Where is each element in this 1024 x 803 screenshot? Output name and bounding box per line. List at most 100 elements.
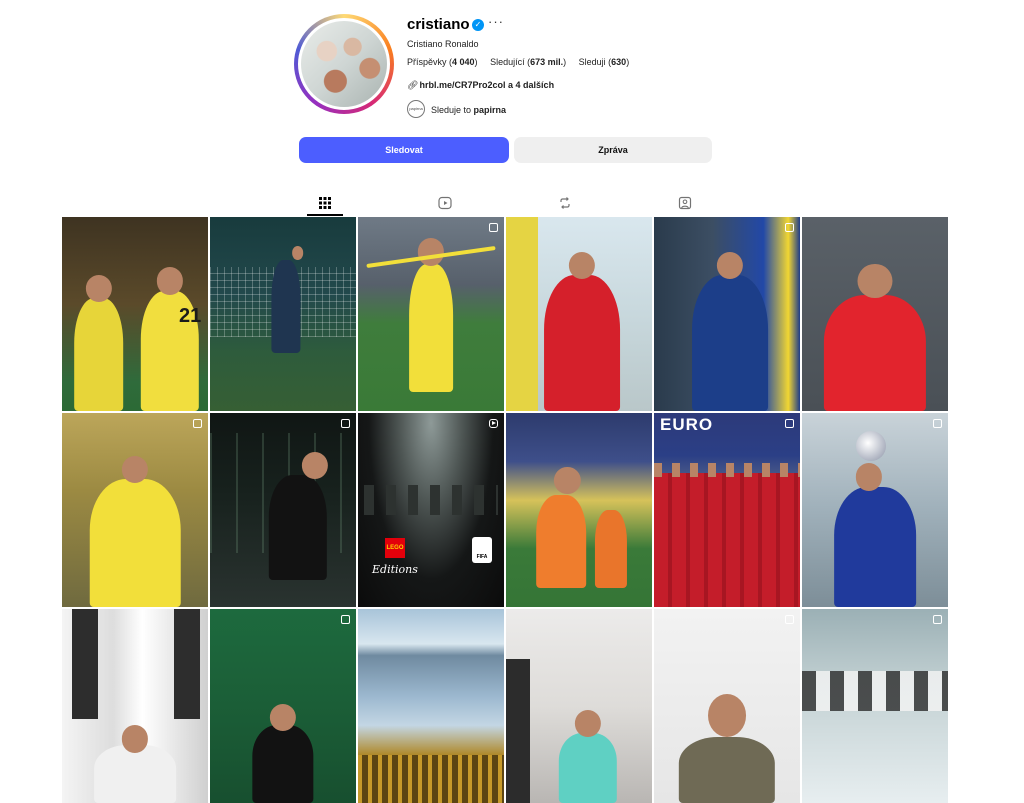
post-2-player bbox=[271, 259, 301, 353]
profile-tabs bbox=[0, 190, 1024, 216]
post-tile-1[interactable]: 21 bbox=[62, 217, 208, 411]
link-icon: 🔗︎ bbox=[407, 80, 419, 90]
followed-by-prefix: Sleduje to bbox=[431, 105, 472, 115]
post-tile-10[interactable] bbox=[506, 413, 652, 607]
carousel-icon bbox=[341, 615, 350, 624]
carousel-icon bbox=[785, 419, 794, 428]
followed-by-text: Sleduje to papirna bbox=[431, 105, 506, 115]
post-4-yellow-wall bbox=[506, 217, 538, 411]
post-12-ball bbox=[856, 431, 886, 461]
followers-label: Sledující bbox=[490, 57, 525, 67]
post-tile-12[interactable] bbox=[802, 413, 948, 607]
post-10-player-right bbox=[595, 510, 628, 588]
euro-banner: EURO bbox=[660, 415, 714, 434]
profile-link[interactable]: 🔗︎ hrbl.me/CR7Pro2col a 4 dalších bbox=[407, 80, 554, 91]
tab-tagged[interactable] bbox=[667, 190, 703, 216]
post-14-player bbox=[252, 725, 314, 803]
post-tile-8[interactable] bbox=[210, 413, 356, 607]
post-18-group bbox=[802, 671, 948, 711]
tagged-icon bbox=[678, 196, 692, 210]
verified-badge-icon: ✓ bbox=[472, 19, 484, 31]
carousel-icon bbox=[489, 223, 498, 232]
post-17-player bbox=[678, 737, 776, 803]
post-3-head bbox=[417, 238, 445, 266]
post-tile-18[interactable] bbox=[802, 609, 948, 803]
post-5-player bbox=[691, 275, 768, 411]
post-tile-15[interactable] bbox=[358, 609, 504, 803]
post-4-player bbox=[543, 275, 620, 411]
tab-reposts[interactable] bbox=[547, 190, 583, 216]
post-17-head bbox=[708, 694, 746, 738]
post-10-player-left bbox=[536, 494, 587, 588]
post-1-player-left bbox=[73, 298, 124, 411]
followers-count[interactable]: Sledující (673 mil.) bbox=[490, 57, 566, 67]
post-6-player bbox=[823, 294, 927, 411]
post-7-player bbox=[89, 478, 181, 607]
post-13-letter-left bbox=[72, 609, 98, 719]
fifa-logo: FIFA bbox=[472, 537, 492, 563]
post-13-letter-right bbox=[174, 609, 200, 719]
following-count[interactable]: Sleduji (630) bbox=[579, 57, 630, 67]
post-13-player bbox=[94, 744, 176, 803]
tab-posts[interactable] bbox=[307, 190, 343, 216]
post-12-player bbox=[834, 486, 916, 607]
editions-text: Editions bbox=[372, 563, 418, 576]
post-tile-9[interactable]: LEGO Editions FIFA bbox=[358, 413, 504, 607]
post-tile-5[interactable] bbox=[654, 217, 800, 411]
tab-reels[interactable] bbox=[427, 190, 463, 216]
post-2-head bbox=[291, 246, 304, 260]
post-tile-13[interactable] bbox=[62, 609, 208, 803]
post-1-head-left bbox=[85, 275, 112, 303]
post-tile-17[interactable] bbox=[654, 609, 800, 803]
posts-label: Příspěvky bbox=[407, 57, 447, 67]
carousel-icon bbox=[193, 419, 202, 428]
carousel-icon bbox=[785, 615, 794, 624]
reel-icon bbox=[489, 419, 498, 428]
reels-icon bbox=[438, 196, 452, 210]
carousel-icon bbox=[933, 419, 942, 428]
post-1-jersey-number: 21 bbox=[179, 305, 202, 327]
post-tile-2[interactable] bbox=[210, 217, 356, 411]
carousel-icon bbox=[341, 419, 350, 428]
post-tile-7[interactable] bbox=[62, 413, 208, 607]
carousel-icon bbox=[785, 223, 794, 232]
posts-count[interactable]: Příspěvky (4 040) bbox=[407, 57, 478, 67]
post-tile-3[interactable] bbox=[358, 217, 504, 411]
following-label: Sleduji bbox=[578, 57, 606, 67]
profile-header: cristiano ✓ ··· Cristiano Ronaldo Příspě… bbox=[0, 0, 1024, 130]
lego-logo: LEGO bbox=[385, 538, 405, 558]
followers-value: 673 mil. bbox=[530, 57, 564, 67]
follow-button[interactable]: Sledovat bbox=[299, 137, 509, 163]
following-value: 630 bbox=[611, 57, 627, 67]
profile-avatar-ring[interactable] bbox=[294, 14, 394, 114]
post-11-team bbox=[654, 473, 800, 607]
post-6-head bbox=[857, 263, 893, 299]
post-15-boat-deck bbox=[358, 755, 504, 803]
profile-stats: Příspěvky (4 040) Sledující (673 mil.) S… bbox=[407, 57, 639, 67]
post-tile-4[interactable] bbox=[506, 217, 652, 411]
carousel-icon bbox=[933, 615, 942, 624]
profile-full-name: Cristiano Ronaldo bbox=[407, 39, 479, 49]
repost-icon bbox=[560, 197, 570, 209]
message-button[interactable]: Zpráva bbox=[514, 137, 712, 163]
more-options-icon[interactable]: ··· bbox=[488, 14, 504, 29]
post-tile-11[interactable]: EURO bbox=[654, 413, 800, 607]
post-16-gym-machine bbox=[506, 659, 530, 803]
post-tile-14[interactable] bbox=[210, 609, 356, 803]
post-tile-6[interactable] bbox=[802, 217, 948, 411]
post-9-people bbox=[364, 485, 498, 515]
profile-avatar[interactable] bbox=[298, 18, 390, 110]
followed-by-avatar: papirna bbox=[407, 100, 425, 118]
grid-icon bbox=[319, 197, 331, 209]
post-16-player bbox=[558, 733, 617, 803]
profile-username: cristiano bbox=[407, 16, 470, 33]
post-11-faces bbox=[654, 463, 800, 477]
followed-by-name[interactable]: papirna bbox=[474, 105, 507, 115]
post-10-head-left bbox=[554, 467, 581, 495]
post-3-player bbox=[409, 263, 453, 392]
posts-value: 4 040 bbox=[452, 57, 475, 67]
profile-link-text[interactable]: hrbl.me/CR7Pro2col a 4 dalších bbox=[420, 80, 555, 90]
post-tile-16[interactable] bbox=[506, 609, 652, 803]
post-8-player bbox=[268, 475, 327, 580]
posts-grid: 21 LEGO Editions FIFA EURO bbox=[62, 217, 948, 803]
